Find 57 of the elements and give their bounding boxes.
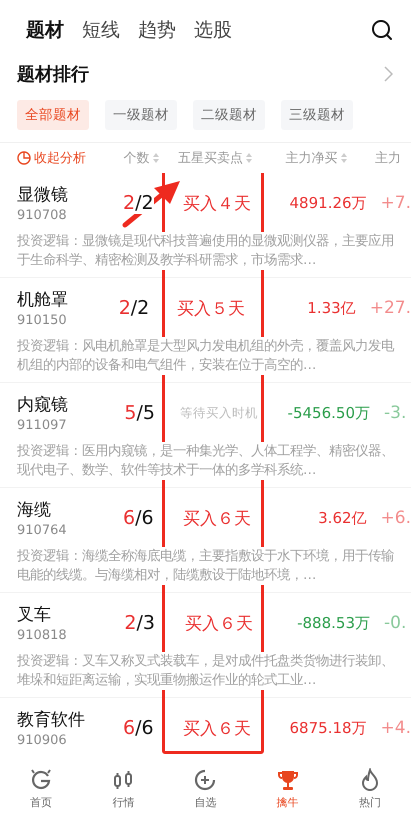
table-cell: +4. bbox=[380, 718, 411, 738]
logic-text: 投资逻辑：海缆全称海底电缆，主要指敷设于水下环境，用于传输电能的线缆。与海缆相对，陆缆敷设于陆地环境，… bbox=[17, 547, 395, 585]
nav-item[interactable]: 自选 bbox=[193, 768, 218, 810]
topic-code: 910150 bbox=[17, 313, 68, 328]
topic-code: 911097 bbox=[17, 418, 68, 433]
signal-text: 等待买入时机 bbox=[179, 404, 259, 422]
topic-name[interactable]: 机舱罩 bbox=[17, 288, 113, 311]
topic-code: 910818 bbox=[17, 628, 68, 643]
topic-code: 910906 bbox=[17, 733, 68, 748]
net-buy-value: 4891.26万 bbox=[288, 194, 367, 212]
net-buy-value: -5456.50万 bbox=[286, 404, 370, 422]
topic-name[interactable]: 海缆 bbox=[17, 498, 116, 521]
filter-chip[interactable]: 全部题材 bbox=[17, 100, 89, 130]
top-tab[interactable]: 题材 bbox=[26, 17, 64, 43]
signal-text: 买入４天 bbox=[182, 192, 252, 214]
topic-code: 910708 bbox=[17, 208, 68, 223]
signal-text: 买入６天 bbox=[182, 508, 252, 530]
net-buy-value: -888.53万 bbox=[296, 614, 370, 632]
filter-chip[interactable]: 二级题材 bbox=[193, 100, 265, 130]
nav-item[interactable]: 擒牛 bbox=[276, 768, 300, 810]
nav-item[interactable]: 行情 bbox=[111, 768, 136, 810]
filter-chip[interactable]: 三级题材 bbox=[281, 100, 353, 130]
sort-icon[interactable] bbox=[340, 153, 346, 163]
section-title: 题材排行 bbox=[17, 63, 89, 86]
sort-icon[interactable] bbox=[152, 153, 158, 163]
table-cell: +7. bbox=[380, 193, 411, 213]
g-logo-icon bbox=[29, 768, 54, 792]
plus-circle-icon bbox=[193, 768, 218, 792]
topic-name[interactable]: 教育软件 bbox=[17, 708, 116, 731]
sort-icon[interactable] bbox=[246, 153, 252, 163]
signal-text: 买入５天 bbox=[176, 298, 246, 320]
net-buy-value: 3.62亿 bbox=[317, 508, 367, 528]
net-buy-value: 1.33亿 bbox=[306, 298, 356, 318]
logic-text: 投资逻辑：显微镜是现代科技普遍使用的显微观测仪器，主要应用于生命科学、精密检测及教学科研需求，市场需求… bbox=[17, 232, 395, 270]
search-icon[interactable] bbox=[371, 19, 393, 41]
table-cell: +27. bbox=[370, 298, 411, 318]
table-cell: -0. bbox=[384, 613, 406, 633]
top-tab[interactable]: 短线 bbox=[82, 17, 120, 43]
net-buy-value: 6875.18万 bbox=[288, 718, 367, 738]
nav-item[interactable]: 首页 bbox=[29, 768, 54, 810]
chevron-right-icon[interactable] bbox=[384, 66, 393, 82]
signal-text: 买入６天 bbox=[182, 718, 252, 740]
pie-chart-icon bbox=[17, 151, 31, 165]
topic-name[interactable]: 显微镜 bbox=[17, 183, 116, 206]
logic-text: 投资逻辑：风电机舱罩是大型风力发电机组的外壳，覆盖风力发电机组的内部的设备和电气组件，安装在位于高空的… bbox=[17, 337, 395, 375]
signal-text: 买入６天 bbox=[184, 612, 254, 634]
nav-item[interactable]: 热门 bbox=[358, 768, 382, 810]
table-cell: +6. bbox=[380, 508, 411, 528]
table-cell: -3. bbox=[384, 403, 406, 423]
filter-chip[interactable]: 一级题材 bbox=[105, 100, 177, 130]
top-tab[interactable]: 选股 bbox=[194, 17, 232, 43]
topic-name[interactable]: 叉车 bbox=[17, 603, 117, 626]
topic-code: 910764 bbox=[17, 523, 68, 538]
topic-name[interactable]: 内窥镜 bbox=[17, 393, 117, 416]
top-tab[interactable]: 趋势 bbox=[138, 17, 176, 43]
collapse-button[interactable]: 收起分析 bbox=[17, 149, 117, 167]
trophy-icon bbox=[276, 768, 300, 792]
